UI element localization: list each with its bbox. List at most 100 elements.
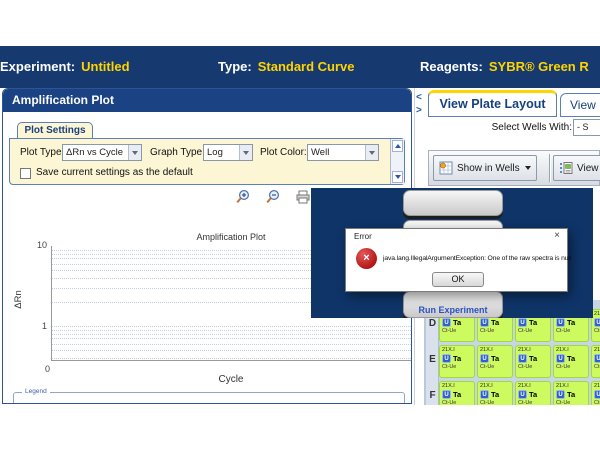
well-target-text: Ta	[567, 390, 575, 399]
plate-well[interactable]: 21X.lUTaCt-Ue	[439, 345, 475, 378]
well-detail-text: Ct-Ue	[480, 328, 512, 334]
gridline	[52, 358, 411, 359]
toolbar-separator	[549, 154, 550, 182]
well-target-text: Ta	[491, 390, 499, 399]
unknown-task-icon: U	[556, 390, 565, 399]
zoom-out-icon[interactable]	[265, 189, 281, 205]
x-axis-label: Cycle	[51, 374, 411, 385]
plot-color-value: Well	[311, 147, 329, 158]
plot-settings-box: Plot Type: ΔRn vs Cycle Graph Type: Log …	[9, 138, 405, 185]
dropdown-arrow-icon[interactable]	[365, 145, 378, 160]
tab-view-plate-layout[interactable]: View Plate Layout	[428, 90, 557, 117]
well-target-text: Ta	[529, 354, 537, 363]
gridline	[52, 350, 411, 351]
reagents-value: SYBR® Green R	[489, 59, 589, 74]
well-detail-text: Ct-Ue	[556, 364, 588, 370]
well-detail-text: Ct-Ue	[518, 328, 550, 334]
well-detail-text: Ct-Ue	[594, 328, 600, 334]
well-detail-text: Ct-Ue	[594, 400, 600, 405]
show-in-wells-button[interactable]: Show in Wells	[433, 155, 537, 181]
well-sample-text: 21X.l	[556, 347, 588, 353]
well-detail-text: Ct-Ue	[480, 400, 512, 405]
view-legend-button[interactable]: View L	[553, 155, 600, 181]
plot-type-select[interactable]: ΔRn vs Cycle	[62, 144, 142, 161]
well-target-text: Ta	[453, 390, 461, 399]
save-default-checkbox[interactable]	[20, 168, 31, 179]
dropdown-arrow-icon[interactable]	[239, 145, 252, 160]
plate-well[interactable]: 21X.lUTaCt-Ue	[591, 345, 600, 378]
well-sample-text: 21X.l	[480, 347, 512, 353]
well-sample-text: 21X.l	[442, 383, 474, 389]
unknown-task-icon: U	[518, 390, 527, 399]
plate-well[interactable]: 21X.lUTaCt-Ue	[515, 381, 551, 405]
well-detail-text: Ct-Ue	[518, 364, 550, 370]
dropdown-arrow-icon[interactable]	[128, 145, 141, 160]
dropdown-arrow-icon	[525, 166, 531, 170]
well-target-text: Ta	[567, 354, 575, 363]
plate-well[interactable]: 21X.lUTaCt-Ue	[553, 381, 589, 405]
select-wells-dropdown[interactable]: - S	[573, 119, 600, 136]
show-in-wells-label: Show in Wells	[457, 163, 520, 174]
well-sample-text: 21X.l	[594, 383, 600, 389]
plot-type-value: ΔRn vs Cycle	[66, 147, 123, 158]
experiment-label: Experiment:	[0, 59, 75, 74]
well-sample-text: 21X.l	[518, 383, 550, 389]
well-target-text: Ta	[529, 390, 537, 399]
close-icon[interactable]: ×	[554, 230, 560, 241]
unknown-task-icon: U	[480, 390, 489, 399]
experiment-group: Experiment: Untitled	[0, 59, 130, 74]
plot-type-label: Plot Type:	[20, 144, 64, 161]
well-sample-text: 21X.l	[594, 311, 600, 317]
plot-color-select[interactable]: Well	[307, 144, 379, 161]
plate-well[interactable]: 21X.lUTaCt-Ue	[439, 381, 475, 405]
graph-type-value: Log	[207, 147, 223, 158]
error-message: java.lang.IllegalArgumentException: One …	[383, 255, 565, 262]
scroll-up-icon[interactable]	[392, 140, 403, 152]
x-tick-0: 0	[45, 364, 50, 374]
plate-well[interactable]: 21X.lUTaCt-Ue	[515, 345, 551, 378]
unknown-task-icon: U	[518, 318, 527, 327]
legend-label: Legend	[22, 388, 50, 395]
unknown-task-icon: U	[442, 390, 451, 399]
ok-button[interactable]: OK	[432, 272, 484, 287]
instrument-button-top[interactable]	[403, 190, 503, 216]
well-detail-text: Ct-Ue	[480, 364, 512, 370]
plate-row-label: E	[426, 354, 439, 365]
print-icon[interactable]	[295, 189, 311, 205]
gridline	[52, 326, 411, 327]
select-wells-label: Select Wells With:	[492, 122, 572, 133]
well-target-text: Ta	[491, 318, 499, 327]
run-experiment-label: Run Experiment	[404, 305, 502, 315]
type-label: Type:	[218, 59, 252, 74]
unknown-task-icon: U	[480, 318, 489, 327]
experiment-banner: Experiment:Untitled Type:Standard Curve …	[0, 46, 600, 88]
reagents-group: Reagents:SYBR® Green R	[420, 59, 589, 74]
wells-grid-icon	[439, 161, 453, 175]
plate-well[interactable]: 21X.lUTaCt-Ue	[591, 381, 600, 405]
experiment-value: Untitled	[81, 59, 129, 74]
graph-type-select[interactable]: Log	[203, 144, 253, 161]
tab-view-secondary[interactable]: View	[560, 93, 600, 117]
type-value: Standard Curve	[258, 59, 355, 74]
graph-type-label: Graph Type:	[150, 144, 205, 161]
settings-scrollbar[interactable]	[390, 139, 404, 184]
well-sample-text: 21X.l	[480, 383, 512, 389]
well-target-text: Ta	[453, 354, 461, 363]
plate-well[interactable]: 21X.lUTaCt-Ue	[553, 345, 589, 378]
tab-plot-settings[interactable]: Plot Settings	[17, 122, 93, 139]
zoom-in-icon[interactable]	[235, 189, 251, 205]
scroll-down-icon[interactable]	[392, 171, 403, 183]
save-default-label: Save current settings as the default	[36, 167, 193, 178]
view-legend-icon	[559, 161, 573, 175]
plate-well[interactable]: 21X.lUTaCt-Ue	[477, 345, 513, 378]
gridline	[52, 338, 411, 339]
plate-well[interactable]: 21X.lUTaCt-Ue	[477, 381, 513, 405]
well-sample-text: 21X.l	[442, 347, 474, 353]
run-experiment-button[interactable]: Run Experiment	[403, 291, 503, 318]
gridline	[52, 344, 411, 345]
y-tick-10: 10	[21, 240, 47, 250]
well-sample-text: 21X.l	[518, 347, 550, 353]
legend-box: Legend	[13, 392, 405, 404]
well-detail-text: Ct-Ue	[442, 400, 474, 405]
unknown-task-icon: U	[594, 354, 600, 363]
